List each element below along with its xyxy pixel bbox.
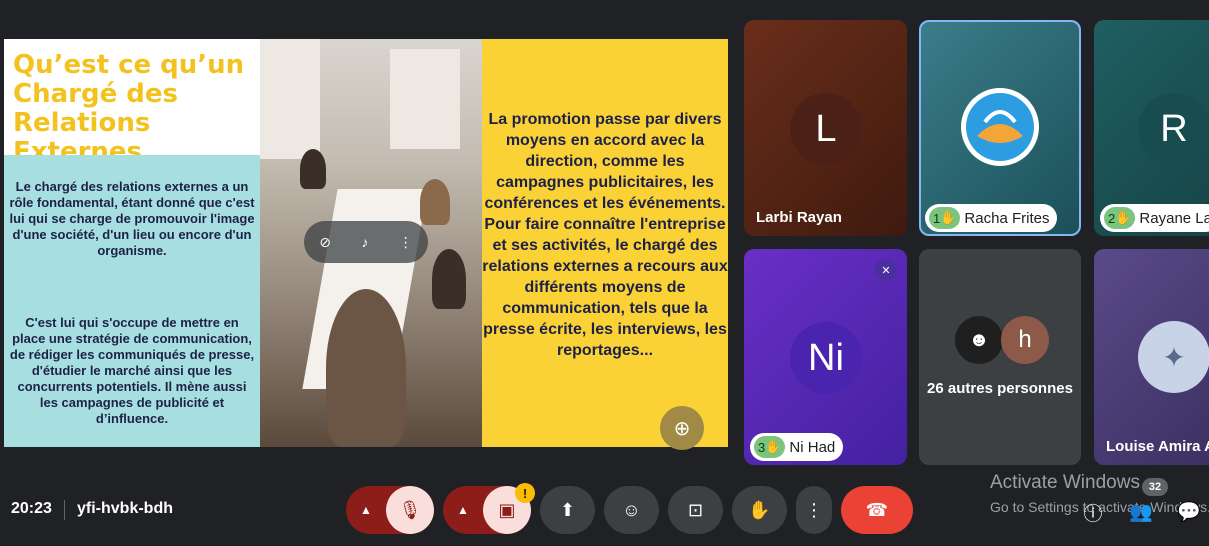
avatar-initial: h [1001,316,1049,364]
mic-options-chevron-icon[interactable]: ▲ [346,503,386,517]
emoji-icon: ☺ [622,499,641,520]
raise-hand-icon: ✋ [748,499,771,520]
mic-off-icon[interactable]: 🎙 [386,486,434,534]
more-options-button[interactable]: ⋮ [796,486,832,534]
slide-right-text: La promotion passe par divers moyens en … [482,111,728,359]
participant-name: Louise Amira A [1106,438,1209,455]
slide-title: Qu’est ce qu’un Chargé des Relations Ext… [13,50,245,167]
others-count-label: 26 autres personnes [927,380,1073,397]
video-controls-overlay[interactable]: ⊘ ♪ ⋮ [304,221,428,263]
participant-tile-rayane[interactable]: R 2 ✋ Rayane La [1094,20,1209,236]
participant-name: Rayane La [1139,209,1209,227]
participant-tile-racha[interactable]: 1 ✋ Racha Frites [919,20,1081,236]
captions-button[interactable]: ⊡ [668,486,723,534]
avatar: R [1138,93,1209,165]
meeting-time: 20:23 [11,500,52,517]
hand-raised-pill: 3 ✋ Ni Had [750,433,844,461]
present-screen-button[interactable]: ⬆ [540,486,595,534]
slide-right-column: La promotion passe par divers moyens en … [482,39,728,447]
shell-avatar-icon [966,93,1034,161]
raise-hand-button[interactable]: ✋ [732,486,787,534]
avatar [961,88,1039,166]
camera-options-chevron-icon[interactable]: ▲ [443,503,483,517]
participant-tile-others[interactable]: ☻ h 26 autres personnes [919,249,1081,465]
slide-paragraph-2: C'est lui qui s'occupe de mettre en plac… [9,315,255,426]
present-screen-icon: ⬆ [559,499,576,520]
participant-tile-ni-had[interactable]: ✕ Ni 3 ✋ Ni Had [744,249,907,465]
slide-left-column: Qu’est ce qu’un Chargé des Relations Ext… [4,39,260,447]
info-icon[interactable]: ⓘ [1079,498,1107,526]
volume-icon[interactable]: ♪ [361,234,368,250]
end-call-icon: ☎ [865,499,889,520]
chat-icon[interactable]: 💬 [1175,498,1203,526]
people-count-badge: 32 [1142,478,1168,496]
warning-icon[interactable]: ! [515,483,535,503]
leave-call-button[interactable]: ☎ [841,486,913,534]
avatar: Ni [790,322,862,394]
raised-hand-icon: 3 ✋ [754,436,786,458]
no-caption-icon[interactable]: ⊘ [319,234,331,251]
raised-hand-icon: 2 ✋ [1104,207,1136,229]
activate-windows-title: Activate Windows [990,472,1140,493]
slide-photo: ⊘ ♪ ⋮ [260,39,482,447]
meeting-code: yfi-hvbk-bdh [77,500,173,517]
slide-title-area: Qu’est ce qu’un Chargé des Relations Ext… [4,39,260,167]
mic-off-icon: ✕ [875,259,897,281]
hand-raised-pill: 2 ✋ Rayane La [1100,204,1209,232]
emoji-button[interactable]: ☺ [604,486,659,534]
zoom-in-button[interactable]: ⊕ [660,406,704,450]
zoom-icon: ⊕ [673,417,691,440]
raised-hand-icon: 1 ✋ [929,207,961,229]
presentation-slide: Qu’est ce qu’un Chargé des Relations Ext… [4,39,728,447]
slide-left-text-area: Le chargé des relations externes a un rô… [4,155,260,447]
microphone-control[interactable]: ▲ 🎙 [346,486,434,534]
participant-tile-larbi[interactable]: L Larbi Rayan [744,20,907,236]
slide-paragraph-1: Le chargé des relations externes a un rô… [9,179,255,258]
participant-name: Larbi Rayan [756,209,842,226]
divider [64,500,65,520]
participant-tile-louise[interactable]: ✦ Louise Amira A [1094,249,1209,465]
avatar-photo: ☻ [955,316,1003,364]
avatar-photo: ✦ [1138,321,1209,393]
more-icon[interactable]: ⋮ [399,234,413,251]
participant-name: Ni Had [789,438,836,456]
participant-name: Racha Frites [964,209,1050,227]
captions-icon: ⊡ [687,499,704,520]
people-icon[interactable]: 👥 [1127,498,1155,526]
more-vertical-icon: ⋮ [805,499,823,520]
hand-raised-pill: 1 ✋ Racha Frites [925,204,1058,232]
avatar: L [790,93,862,165]
